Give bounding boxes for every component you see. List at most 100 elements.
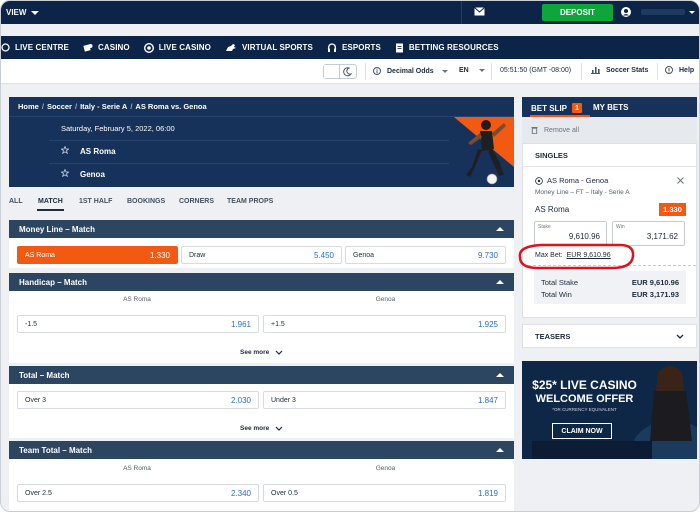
nav-virtual-sports[interactable]: VIRTUAL SPORTS — [225, 43, 313, 52]
selection-label: +1.5 — [271, 320, 285, 328]
stake-label: Stake — [538, 224, 551, 230]
account-icon[interactable] — [621, 7, 631, 17]
help-icon — [665, 66, 673, 74]
deposit-button[interactable]: DEPOSIT — [542, 4, 613, 21]
total-win-label: Total Win — [541, 290, 572, 299]
document-icon — [395, 43, 403, 52]
see-more-button[interactable]: See more — [240, 349, 283, 356]
odds-button-handicap-away[interactable]: +1.5 1.925 — [263, 315, 506, 333]
tab-team-props[interactable]: TEAM PROPS — [227, 198, 273, 205]
odds-button-over[interactable]: Over 3 2.030 — [17, 391, 259, 409]
claim-now-button[interactable]: CLAIM NOW — [552, 423, 612, 439]
selection-label: Genoa — [353, 251, 375, 259]
event-date: Saturday, February 5, 2022, 06:00 — [61, 124, 175, 133]
market-header-team-total[interactable]: Team Total – Match — [9, 441, 514, 459]
selection-label: -1.5 — [25, 320, 38, 328]
caret-down-icon — [689, 11, 695, 14]
tab-corners[interactable]: CORNERS — [179, 198, 214, 205]
view-menu[interactable]: VIEW — [6, 8, 40, 17]
market-header-moneyline[interactable]: Money Line – Match — [9, 220, 514, 238]
divider — [461, 1, 462, 24]
settings-bar: Decimal Odds EN 05:51:50 (GMT -08:00) So… — [1, 59, 699, 84]
soccer-stats-link[interactable]: Soccer Stats — [591, 66, 648, 74]
divider — [657, 63, 658, 80]
breadcrumb: Home / Soccer / Italy - Serie A / AS Roma v… — [18, 102, 207, 111]
odds-button-handicap-home[interactable]: -1.5 1.961 — [17, 315, 259, 333]
tab-all[interactable]: ALL — [9, 198, 23, 205]
divider — [491, 63, 492, 80]
selection-label: Under 3 — [271, 396, 296, 404]
odds-format-select[interactable]: Decimal Odds — [373, 67, 448, 75]
nav-label: LIVE CENTRE — [15, 43, 69, 52]
tab-my-bets[interactable]: MY BETS — [593, 103, 628, 112]
selection-label: Over 2.5 — [25, 489, 52, 497]
nav-betting-resources[interactable]: BETTING RESOURCES — [395, 43, 499, 53]
tab-bet-slip[interactable]: BET SLIP 1 — [531, 103, 583, 113]
live-icon — [1, 43, 10, 52]
teasers-section[interactable]: TEASERS — [522, 324, 697, 348]
selection-label: AS Roma — [25, 251, 55, 259]
nav-esports[interactable]: ESPORTS — [327, 42, 381, 53]
column-label-away: Genoa — [375, 465, 396, 472]
tab-active-indicator — [37, 209, 64, 211]
star-icon[interactable] — [61, 146, 69, 154]
star-icon[interactable] — [61, 169, 69, 177]
bet-market: Money Line – FT – Italy - Serie A — [535, 189, 630, 196]
breadcrumb-league[interactable]: Italy - Serie A — [80, 102, 127, 111]
odds-button-under[interactable]: Under 3 1.847 — [263, 391, 506, 409]
odds-button-team-total-away[interactable]: Over 0.5 1.819 — [263, 484, 506, 502]
selection-label: Over 0.5 — [271, 489, 298, 497]
promo-banner[interactable]: $25* LIVE CASINO WELCOME OFFER *OR CURRE… — [522, 361, 697, 459]
language-select[interactable]: EN — [459, 67, 485, 74]
odds-button-home-selected[interactable]: AS Roma 1.330 — [17, 246, 178, 264]
odds-format-label: Decimal Odds — [387, 67, 434, 75]
market-header-total[interactable]: Total – Match — [9, 366, 514, 384]
chevron-down-icon — [478, 69, 485, 72]
soccer-player-illustration — [454, 117, 514, 185]
nav-label: CASINO — [98, 43, 130, 52]
odds-button-draw[interactable]: Draw 5.450 — [181, 246, 342, 264]
remove-all-button[interactable]: Remove all — [531, 126, 579, 134]
odds-value: 5.450 — [313, 250, 334, 260]
nav-casino[interactable]: CASINO — [83, 43, 130, 52]
see-more-label: See more — [240, 349, 270, 356]
tab-bookings[interactable]: BOOKINGS — [127, 198, 165, 205]
theme-toggle[interactable] — [323, 64, 357, 79]
view-label: VIEW — [6, 8, 27, 17]
column-label-home: AS Roma — [123, 465, 151, 472]
clock: 05:51:50 (GMT -08:00) — [500, 67, 572, 74]
trash-icon — [531, 127, 538, 134]
totals-box: Total Stake EUR 9,610.96 Total Win EUR 3… — [534, 271, 686, 304]
odds-button-team-total-home[interactable]: Over 2.5 2.340 — [17, 484, 259, 502]
bet-selection: AS Roma — [535, 205, 570, 214]
market-header-handicap[interactable]: Handicap – Match — [9, 273, 514, 291]
nav-live-casino[interactable]: LIVE CASINO — [143, 42, 211, 53]
column-label-home: AS Roma — [123, 296, 151, 303]
bet-slip-label: BET SLIP — [531, 103, 568, 113]
win-label: Win — [616, 224, 625, 230]
divider — [365, 63, 366, 80]
odds-value: 1.847 — [477, 395, 498, 405]
browser-frame: VIEW DEPOSIT LIVE CENTRE CASINO LIVE CAS… — [0, 0, 700, 512]
breadcrumb-home[interactable]: Home — [18, 102, 39, 111]
main-nav: LIVE CENTRE CASINO LIVE CASINO VIRTUAL S… — [1, 36, 699, 59]
chevron-up-icon — [496, 280, 504, 284]
chevron-down-icon — [275, 426, 283, 431]
see-more-button[interactable]: See more — [240, 425, 283, 432]
market-title: Team Total – Match — [19, 445, 93, 455]
mail-icon[interactable] — [474, 7, 485, 16]
help-link[interactable]: Help — [665, 66, 694, 74]
tab-1st-half[interactable]: 1ST HALF — [79, 198, 112, 205]
bar-chart-icon — [591, 67, 600, 74]
nav-live-centre[interactable]: LIVE CENTRE — [1, 43, 69, 52]
see-more-label: See more — [240, 425, 270, 432]
home-team: AS Roma — [80, 147, 116, 156]
odds-value: 1.330 — [149, 250, 170, 260]
info-icon — [373, 67, 381, 75]
odds-button-away[interactable]: Genoa 9.730 — [345, 246, 506, 264]
bet-odds-badge: 1.330 — [659, 203, 686, 216]
breadcrumb-soccer[interactable]: Soccer — [47, 102, 72, 111]
close-icon[interactable] — [677, 177, 684, 184]
tab-match[interactable]: MATCH — [38, 198, 63, 205]
promo-headline: $25* LIVE CASINO — [532, 378, 637, 392]
